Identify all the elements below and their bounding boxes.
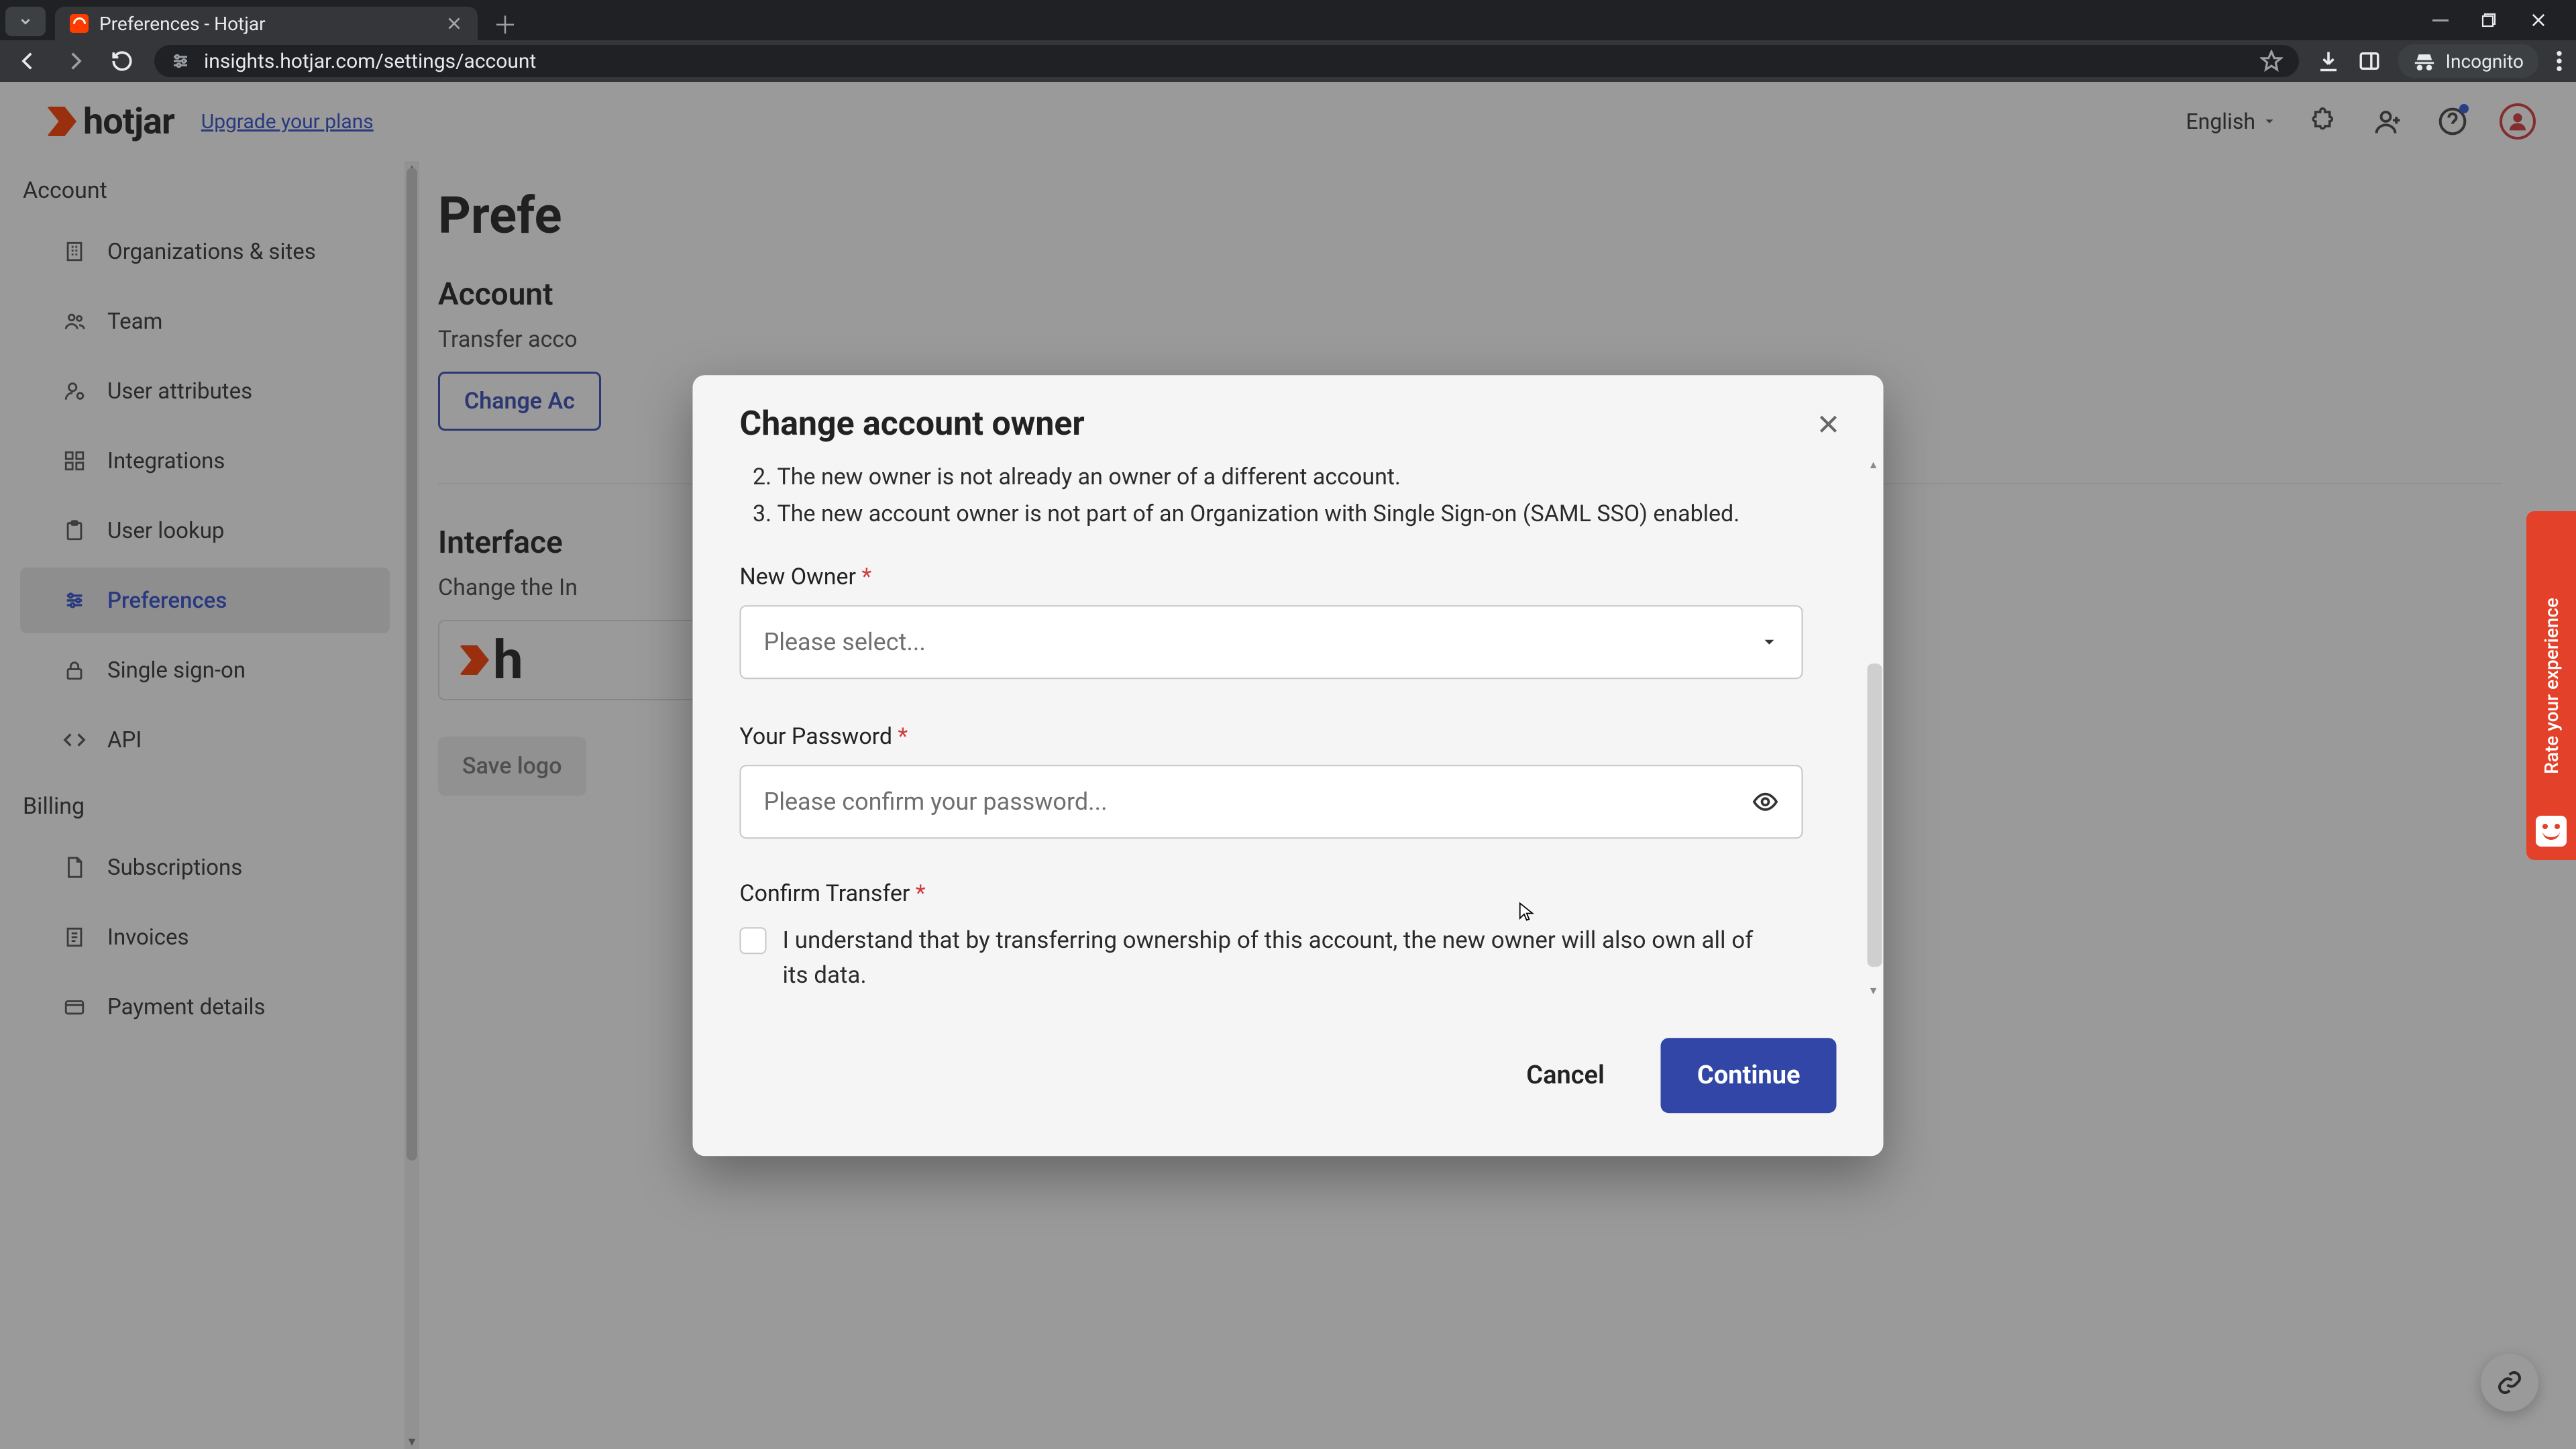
list-item: The new account owner is not part of an … [777, 498, 1837, 531]
password-label: Your Password * [740, 723, 1837, 750]
new-owner-select[interactable]: Please select... [740, 605, 1803, 679]
side-panel-button[interactable] [2358, 50, 2381, 72]
owner-requirements-list: The new owner is not already an owner of… [740, 461, 1837, 531]
window-controls [2432, 0, 2576, 40]
password-input[interactable]: Please confirm your password... [740, 765, 1803, 839]
back-button[interactable] [13, 46, 43, 76]
downloads-button[interactable] [2316, 49, 2341, 73]
new-tab-button[interactable]: ＋ [490, 8, 521, 39]
cancel-button[interactable]: Cancel [1497, 1038, 1634, 1113]
continue-button[interactable]: Continue [1661, 1038, 1837, 1113]
close-tab-button[interactable] [445, 15, 463, 32]
tab-title: Preferences - Hotjar [99, 13, 266, 35]
hotjar-favicon-icon [70, 14, 89, 33]
bookmark-button[interactable] [2260, 50, 2283, 72]
scroll-up-icon: ▲ [1864, 455, 1884, 474]
feedback-label: Rate your experience [2540, 598, 2563, 774]
active-tab[interactable]: Preferences - Hotjar [55, 7, 478, 40]
browser-chrome: Preferences - Hotjar ＋ insights.hotjar.c… [0, 0, 2576, 82]
chevron-down-icon [1760, 633, 1779, 651]
button-label: Cancel [1526, 1061, 1605, 1090]
button-label: Continue [1697, 1061, 1801, 1090]
smiley-icon [2536, 816, 2567, 847]
site-settings-icon[interactable] [170, 51, 191, 71]
url-text: insights.hotjar.com/settings/account [204, 50, 536, 73]
modal-close-button[interactable] [1814, 409, 1843, 439]
list-item: The new owner is not already an owner of… [777, 461, 1837, 494]
incognito-label: Incognito [2445, 50, 2524, 72]
address-bar[interactable]: insights.hotjar.com/settings/account [154, 45, 2299, 77]
close-window-button[interactable] [2529, 11, 2548, 30]
forward-button[interactable] [60, 46, 90, 76]
minimize-button[interactable] [2432, 19, 2449, 21]
feedback-tab[interactable]: Rate your experience [2526, 511, 2576, 860]
modal-title: Change account owner [740, 405, 1085, 443]
close-icon [1816, 411, 1841, 437]
chrome-menu-button[interactable] [2556, 50, 2563, 72]
scroll-down-icon: ▼ [1864, 981, 1884, 1000]
confirm-label: Confirm Transfer * [740, 880, 1837, 907]
scrollbar-thumb[interactable] [1868, 663, 1882, 967]
tab-search-button[interactable] [5, 7, 46, 36]
tab-bar: Preferences - Hotjar ＋ [0, 0, 2576, 40]
confirm-text: I understand that by transferring owners… [783, 923, 1769, 994]
modal-body: The new owner is not already an owner of… [693, 455, 1864, 1000]
change-owner-modal: Change account owner The new owner is no… [693, 375, 1884, 1156]
incognito-indicator[interactable]: Incognito [2398, 44, 2538, 78]
confirm-checkbox[interactable] [740, 927, 767, 954]
show-password-button[interactable] [1752, 788, 1779, 815]
incognito-icon [2413, 50, 2436, 72]
modal-footer: Cancel Continue [693, 1000, 1884, 1156]
eye-icon [1752, 788, 1779, 815]
modal-scrollbar[interactable]: ▲ ▼ [1864, 455, 1884, 1000]
new-owner-label: New Owner * [740, 564, 1837, 590]
select-placeholder: Please select... [764, 628, 926, 656]
reload-button[interactable] [107, 46, 137, 76]
maximize-button[interactable] [2481, 12, 2497, 28]
input-placeholder: Please confirm your password... [764, 788, 1108, 816]
address-row: insights.hotjar.com/settings/account Inc… [0, 40, 2576, 82]
